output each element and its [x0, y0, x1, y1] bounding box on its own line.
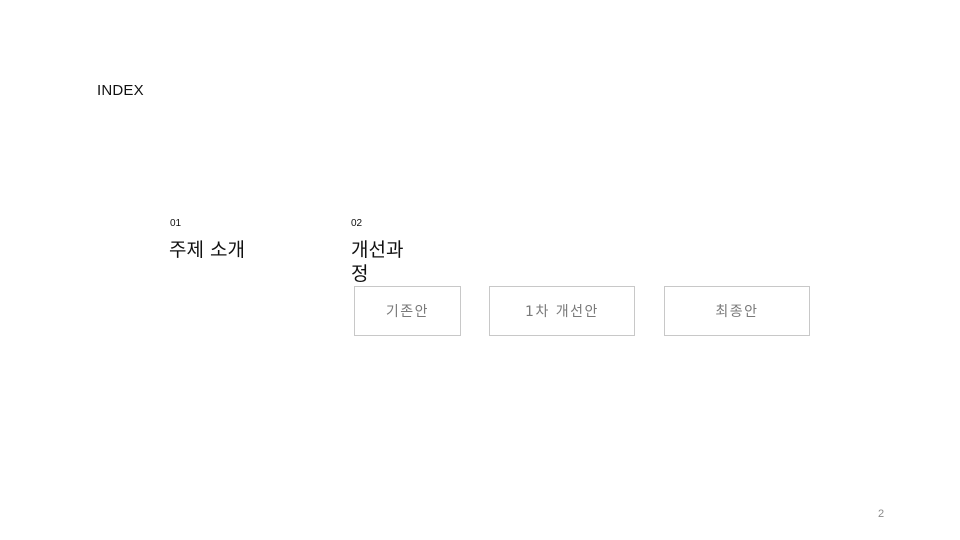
section-2-title: 개선과정 [351, 239, 404, 285]
option-final-button[interactable]: 최종안 [664, 286, 810, 336]
option-original-button[interactable]: 기존안 [354, 286, 461, 336]
section-1-number: 01 [170, 218, 182, 229]
section-2-number: 02 [351, 218, 363, 229]
page-number: 2 [878, 508, 885, 520]
slide: INDEX 01 주제 소개 02 개선과정 기존안 1차 개선안 최종안 2 [0, 0, 960, 540]
section-1-title: 주제 소개 [169, 239, 245, 261]
slide-title: INDEX [97, 82, 144, 99]
option-first-revision-button[interactable]: 1차 개선안 [489, 286, 635, 336]
